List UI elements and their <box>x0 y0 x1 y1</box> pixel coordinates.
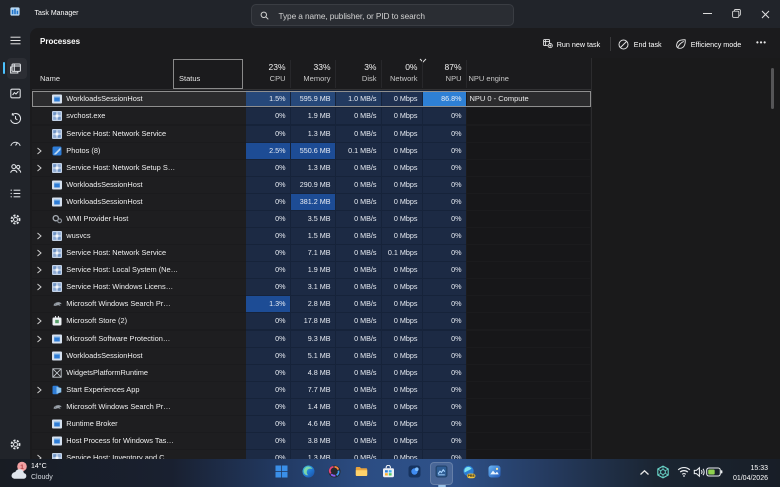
svg-text:PRE: PRE <box>467 474 475 478</box>
